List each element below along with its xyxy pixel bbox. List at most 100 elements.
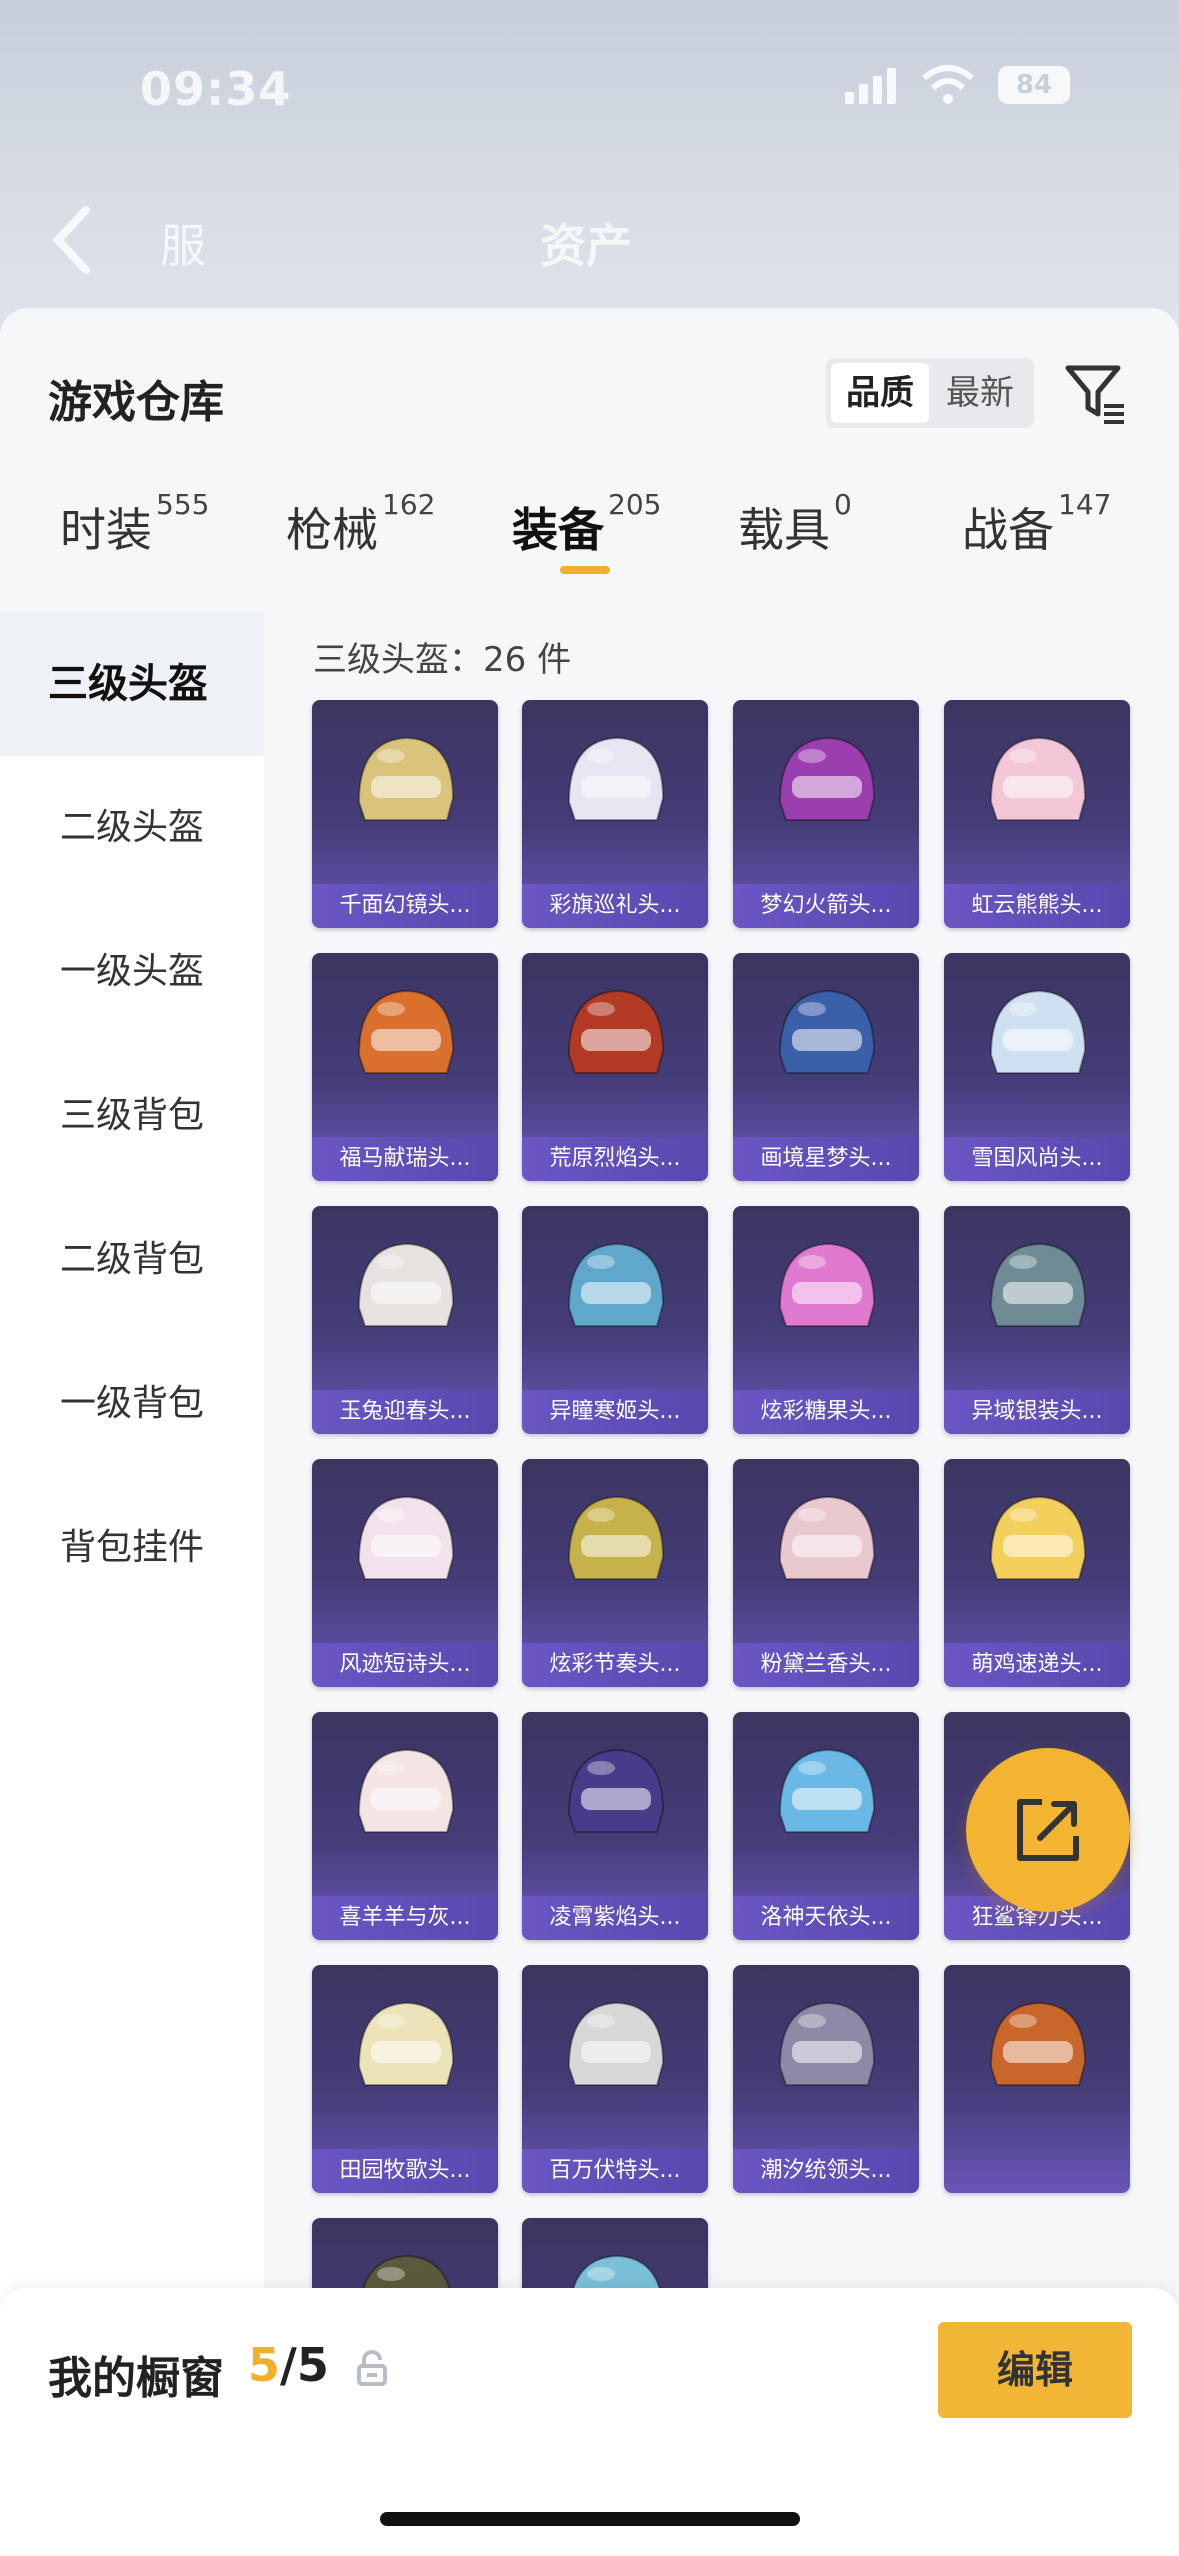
edit-button[interactable]: 编辑 [938,2322,1132,2418]
status-bar: 09:34 84 [0,40,1179,130]
helmet-card[interactable]: 异瞳寒姬头... [522,1206,708,1434]
helmet-card[interactable]: 潮汐统领头... [733,1965,919,2193]
sheet-title: 游戏仓库 [48,377,224,428]
helmet-name: 千面幻镜头... [312,884,498,928]
helmet-name: 炫彩糖果头... [733,1390,919,1434]
sort-quality-button[interactable]: 品质 [831,363,929,423]
tab-label: 枪械 [286,503,378,557]
sort-latest-button[interactable]: 最新 [931,363,1029,423]
helmet-card[interactable]: 炫彩糖果头... [733,1206,919,1434]
helmet-name: 雪国风尚头... [944,1137,1130,1181]
helmet-name: 百万伏特头... [522,2149,708,2193]
helmet-icon [989,989,1087,1074]
helmet-name: 喜羊羊与灰... [312,1896,498,1940]
helmet-name: 风迹短诗头... [312,1643,498,1687]
helmet-card[interactable]: 福马献瑞头... [312,953,498,1181]
helmet-name: 玉兔迎春头... [312,1390,498,1434]
helmet-icon [357,736,455,821]
helmet-card[interactable] [944,1965,1130,2193]
tab-equipment[interactable]: 装备 205 [512,488,661,594]
back-icon[interactable] [42,200,102,280]
helmet-name: 彩旗巡礼头... [522,884,708,928]
sidebar-item-level3-backpack[interactable]: 三级背包 [0,1044,264,1188]
tab-fashion[interactable]: 时装 555 [60,488,209,594]
filter-icon[interactable] [1062,360,1128,426]
helmet-card[interactable]: 萌鸡速递头... [944,1459,1130,1687]
helmet-icon [778,1242,876,1327]
helmet-icon [357,2001,455,2086]
tab-count: 147 [1058,488,1112,521]
battery-indicator: 84 [998,66,1070,104]
sidebar-item-level1-helmet[interactable]: 一级头盔 [0,900,264,1044]
share-button[interactable] [966,1748,1130,1912]
helmet-card[interactable]: 画境星梦头... [733,953,919,1181]
sidebar-item-level2-backpack[interactable]: 二级背包 [0,1188,264,1332]
helmet-card[interactable]: 异域银装头... [944,1206,1130,1434]
tab-count: 555 [156,488,210,521]
tab-weapons[interactable]: 枪械 162 [286,488,435,594]
helmet-name: 异瞳寒姬头... [522,1390,708,1434]
sidebar-item-level2-helmet[interactable]: 二级头盔 [0,756,264,900]
helmet-card[interactable]: 梦幻火箭头... [733,700,919,928]
tab-vehicles[interactable]: 载具 0 [738,488,852,594]
helmet-card[interactable]: 风迹短诗头... [312,1459,498,1687]
helmet-name: 画境星梦头... [733,1137,919,1181]
sidebar: 三级头盔 二级头盔 一级头盔 三级背包 二级背包 一级背包 背包挂件 [0,612,264,2556]
tab-label: 装备 [512,503,604,557]
sidebar-item-level1-backpack[interactable]: 一级背包 [0,1332,264,1476]
tab-supplies[interactable]: 战备 147 [962,488,1111,594]
helmet-name: 异域银装头... [944,1390,1130,1434]
helmet-card[interactable]: 田园牧歌头... [312,1965,498,2193]
helmet-icon [357,1748,455,1833]
helmet-card[interactable]: 虹云熊熊头... [944,700,1130,928]
signal-icon [845,68,899,104]
active-tab-underline [560,566,610,574]
helmet-icon [567,736,665,821]
helmet-name: 萌鸡速递头... [944,1643,1130,1687]
helmet-name: 田园牧歌头... [312,2149,498,2193]
helmet-card[interactable]: 百万伏特头... [522,1965,708,2193]
sidebar-item-level3-helmet[interactable]: 三级头盔 [0,612,264,756]
helmet-name: 凌霄紫焰头... [522,1896,708,1940]
home-indicator [380,2512,800,2526]
external-link-icon [1017,1799,1079,1861]
showcase-total: /5 [280,2338,329,2392]
tab-count: 205 [608,488,662,521]
helmet-name: 梦幻火箭头... [733,884,919,928]
helmet-icon [778,736,876,821]
helmet-card[interactable]: 千面幻镜头... [312,700,498,928]
helmet-card[interactable]: 粉黛兰香头... [733,1459,919,1687]
helmet-card[interactable]: 炫彩节奏头... [522,1459,708,1687]
helmet-name: 粉黛兰香头... [733,1643,919,1687]
helmet-card[interactable]: 荒原烈焰头... [522,953,708,1181]
wifi-icon [922,65,974,104]
helmet-card[interactable]: 凌霄紫焰头... [522,1712,708,1940]
status-time: 09:34 [140,62,292,116]
helmet-name: 炫彩节奏头... [522,1643,708,1687]
helmet-icon [778,1748,876,1833]
lock-icon[interactable] [356,2350,388,2386]
helmet-name: 福马献瑞头... [312,1137,498,1181]
helmet-icon [357,1242,455,1327]
helmet-card[interactable]: 雪国风尚头... [944,953,1130,1181]
tab-label: 载具 [738,503,830,557]
helmet-name: 虹云熊熊头... [944,884,1130,928]
helmet-icon [357,989,455,1074]
helmet-icon [778,2001,876,2086]
helmet-icon [989,736,1087,821]
showcase-count: 5/5 [248,2338,329,2392]
helmet-name: 荒原烈焰头... [522,1137,708,1181]
helmet-card[interactable]: 彩旗巡礼头... [522,700,708,928]
tab-count: 162 [382,488,436,521]
helmet-icon [567,1495,665,1580]
helmet-icon [989,1495,1087,1580]
sidebar-item-backpack-charm[interactable]: 背包挂件 [0,1476,264,1620]
helmet-icon [567,1242,665,1327]
helmet-card[interactable]: 喜羊羊与灰... [312,1712,498,1940]
tab-count: 0 [834,488,852,521]
helmet-card[interactable]: 洛神天依头... [733,1712,919,1940]
helmet-card[interactable]: 玉兔迎春头... [312,1206,498,1434]
warehouse-sheet: 游戏仓库 品质 最新 时装 555 枪械 162 装备 205 载具 0 战备 147 三… [0,308,1179,2556]
category-tabs: 时装 555 枪械 162 装备 205 载具 0 战备 147 [0,488,1179,604]
sort-toggle: 品质 最新 [826,358,1034,428]
